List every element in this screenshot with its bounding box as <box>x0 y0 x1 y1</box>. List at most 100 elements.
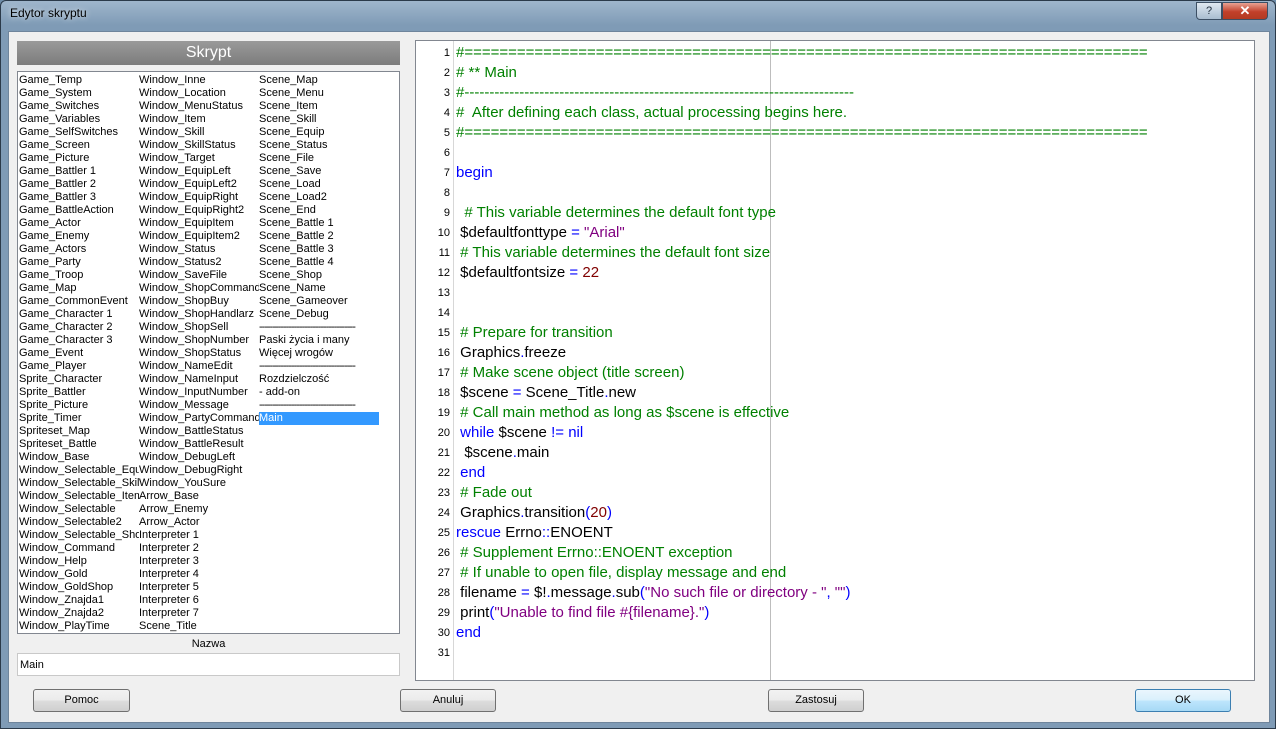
script-list-item[interactable]: Game_Switches <box>19 100 139 113</box>
script-list-item[interactable]: Window_Selectable_Equ <box>19 464 139 477</box>
code-editor[interactable]: 1 #======================================… <box>415 40 1255 681</box>
script-list-item[interactable]: Scene_Battle 2 <box>259 230 379 243</box>
script-list-item[interactable]: Game_Battler 2 <box>19 178 139 191</box>
script-list-item[interactable]: Game_SelfSwitches <box>19 126 139 139</box>
script-list-item[interactable]: Window_EquipItem2 <box>139 230 259 243</box>
script-list-item[interactable]: Window_PartyCommand <box>139 412 259 425</box>
script-list-item[interactable]: Scene_Shop <box>259 269 379 282</box>
script-list-item[interactable]: Game_CommonEvent <box>19 295 139 308</box>
script-list-item[interactable]: Window_Status <box>139 243 259 256</box>
script-list-item[interactable]: Window_Help <box>19 555 139 568</box>
script-list-item[interactable]: Scene_Menu <box>259 87 379 100</box>
script-list-item[interactable]: Arrow_Actor <box>139 516 259 529</box>
code-line[interactable]: 13 <box>416 283 1254 303</box>
script-list-item[interactable]: Scene_Battle 3 <box>259 243 379 256</box>
script-list-item[interactable]: Window_Base <box>19 451 139 464</box>
code-line[interactable]: 3 #--------------------------------------… <box>416 83 1254 103</box>
help-icon[interactable]: ? <box>1196 2 1222 20</box>
script-list-item[interactable]: Window_MenuStatus <box>139 100 259 113</box>
script-list-item[interactable]: Window_NameInput <box>139 373 259 386</box>
script-list-item[interactable]: Window_Item <box>139 113 259 126</box>
script-list-item[interactable]: Interpreter 4 <box>139 568 259 581</box>
script-list-item[interactable]: Window_ShopHandlarz <box>139 308 259 321</box>
script-list-item[interactable]: Game_Screen <box>19 139 139 152</box>
code-line[interactable]: 20 while $scene != nil <box>416 423 1254 443</box>
script-list-item[interactable]: Window_Znajda2 <box>19 607 139 620</box>
script-list-item[interactable]: Scene_Title <box>139 620 259 633</box>
apply-button[interactable]: Zastosuj <box>768 689 864 712</box>
code-line[interactable]: 15 # Prepare for transition <box>416 323 1254 343</box>
script-list-item[interactable]: Scene_Name <box>259 282 379 295</box>
script-list-item[interactable]: Game_Party <box>19 256 139 269</box>
script-list-item[interactable]: Scene_Load2 <box>259 191 379 204</box>
code-line[interactable]: 31 <box>416 643 1254 663</box>
code-line[interactable]: 25 rescue Errno::ENOENT <box>416 523 1254 543</box>
script-list-item[interactable]: Window_YouSure <box>139 477 259 490</box>
code-line[interactable]: 30 end <box>416 623 1254 643</box>
code-line[interactable]: 23 # Fade out <box>416 483 1254 503</box>
script-list-item[interactable]: Scene_End <box>259 204 379 217</box>
script-list-item[interactable]: Scene_File <box>259 152 379 165</box>
code-line[interactable]: 8 <box>416 183 1254 203</box>
script-list-item[interactable]: Arrow_Enemy <box>139 503 259 516</box>
script-list-item[interactable]: Interpreter 7 <box>139 607 259 620</box>
script-list-item[interactable]: Main <box>259 412 379 425</box>
code-line[interactable]: 2 # ** Main <box>416 63 1254 83</box>
script-list-item[interactable]: Scene_Map <box>259 74 379 87</box>
code-line[interactable]: 11 # This variable determines the defaul… <box>416 243 1254 263</box>
script-list-item[interactable]: Rozdzielczość <box>259 373 379 386</box>
script-list-item[interactable]: Window_Location <box>139 87 259 100</box>
script-list-item[interactable]: Game_Temp <box>19 74 139 87</box>
code-line[interactable]: 5 #======================================… <box>416 123 1254 143</box>
code-line[interactable]: 9 # This variable determines the default… <box>416 203 1254 223</box>
script-list-item[interactable]: Window_BattleStatus <box>139 425 259 438</box>
script-list-item[interactable]: Game_Enemy <box>19 230 139 243</box>
script-list-item[interactable]: Game_Map <box>19 282 139 295</box>
script-list-item[interactable]: Game_BattleAction <box>19 204 139 217</box>
script-list-item[interactable]: Game_Character 3 <box>19 334 139 347</box>
code-line[interactable]: 6 <box>416 143 1254 163</box>
code-line[interactable]: 4 # After defining each class, actual pro… <box>416 103 1254 123</box>
script-name-input[interactable] <box>17 653 400 676</box>
code-line[interactable]: 18 $scene = Scene_Title.new <box>416 383 1254 403</box>
script-list-item[interactable]: Window_Selectable2 <box>19 516 139 529</box>
cancel-button[interactable]: Anuluj <box>400 689 496 712</box>
script-list-item[interactable]: Window_InputNumber <box>139 386 259 399</box>
script-list-item[interactable]: Game_Picture <box>19 152 139 165</box>
code-line[interactable]: 27 # If unable to open file, display mes… <box>416 563 1254 583</box>
script-list-item[interactable]: Window_EquipRight2 <box>139 204 259 217</box>
script-list-item[interactable]: Window_Message <box>139 399 259 412</box>
script-list-item[interactable]: Game_Actors <box>19 243 139 256</box>
code-line[interactable]: 26 # Supplement Errno::ENOENT exception <box>416 543 1254 563</box>
ok-button[interactable]: OK <box>1135 689 1231 712</box>
script-list-item[interactable]: Scene_Debug <box>259 308 379 321</box>
code-line[interactable]: 28 filename = $!.message.sub("No such fi… <box>416 583 1254 603</box>
script-list-item[interactable]: Window_Selectable_Item <box>19 490 139 503</box>
script-list-item[interactable]: Window_Status2 <box>139 256 259 269</box>
script-list-item[interactable]: Paski życia i many <box>259 334 379 347</box>
script-list-item[interactable]: Scene_Status <box>259 139 379 152</box>
script-list-item[interactable]: Window_Selectable_Sho <box>19 529 139 542</box>
script-list-item[interactable]: Sprite_Battler <box>19 386 139 399</box>
script-list-item[interactable]: Scene_Save <box>259 165 379 178</box>
script-list-item[interactable]: Game_Battler 1 <box>19 165 139 178</box>
script-list-item[interactable]: Scene_Skill <box>259 113 379 126</box>
script-list-item[interactable]: Scene_Load <box>259 178 379 191</box>
script-list-item[interactable]: Window_BattleResult <box>139 438 259 451</box>
script-list-item[interactable]: Game_Actor <box>19 217 139 230</box>
script-list-item[interactable]: Interpreter 3 <box>139 555 259 568</box>
script-list-item[interactable]: Window_Selectable <box>19 503 139 516</box>
script-list-item[interactable]: Game_Character 1 <box>19 308 139 321</box>
script-list-item[interactable]: Scene_Equip <box>259 126 379 139</box>
code-line[interactable]: 14 <box>416 303 1254 323</box>
code-line[interactable]: 16 Graphics.freeze <box>416 343 1254 363</box>
code-line[interactable]: 19 # Call main method as long as $scene … <box>416 403 1254 423</box>
code-line[interactable]: 12 $defaultfontsize = 22 <box>416 263 1254 283</box>
script-list-item[interactable]: Window_DebugLeft <box>139 451 259 464</box>
script-list-item[interactable]: Window_NameEdit <box>139 360 259 373</box>
script-list-item[interactable]: Interpreter 1 <box>139 529 259 542</box>
script-list-item[interactable]: Scene_Item <box>259 100 379 113</box>
code-line[interactable]: 29 print("Unable to find file #{filename… <box>416 603 1254 623</box>
code-line[interactable]: 21 $scene.main <box>416 443 1254 463</box>
script-list-item[interactable]: Window_Selectable_Skill <box>19 477 139 490</box>
